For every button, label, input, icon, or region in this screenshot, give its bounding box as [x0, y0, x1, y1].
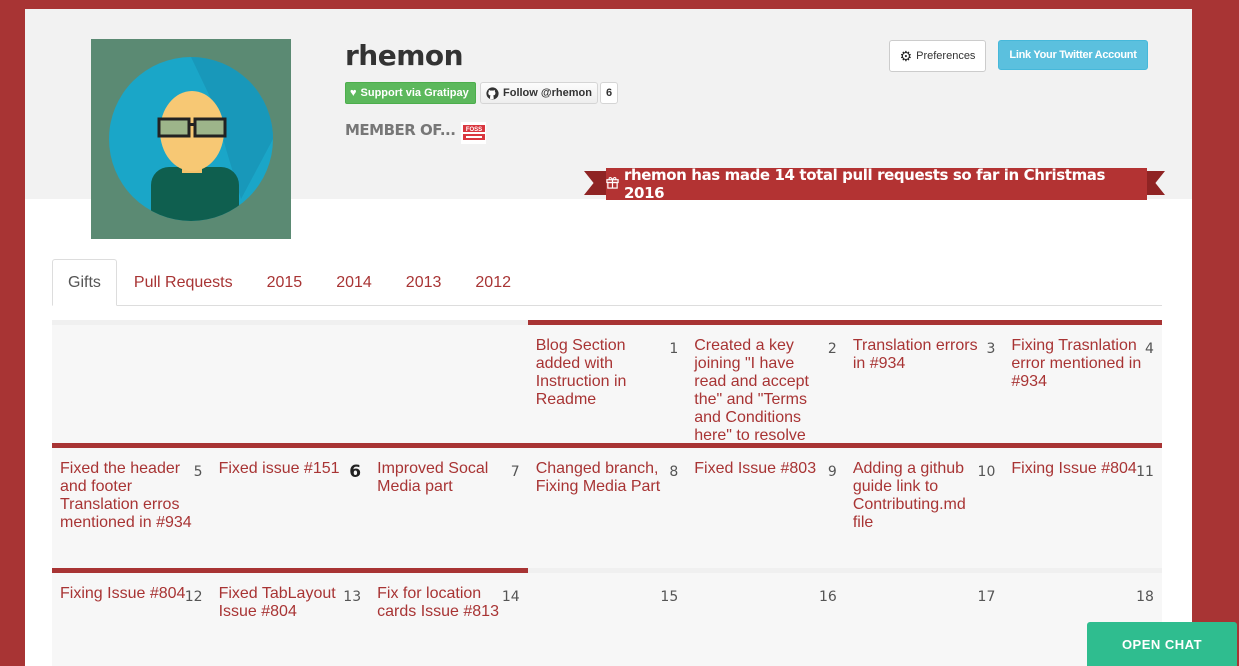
day-number: 1 [669, 341, 679, 357]
day-number: 4 [1145, 341, 1154, 357]
profile-page: rhemon ♥ Support via Gratipay Follow @rh… [25, 9, 1192, 666]
calendar-day: 16 [686, 573, 845, 666]
pull-request-link[interactable]: Changed branch, Fixing Media Part [536, 460, 672, 496]
tab-gifts[interactable]: Gifts [52, 259, 117, 306]
foss-logo-image: FOSS [462, 125, 485, 140]
username: rhemon [345, 39, 464, 72]
follower-count[interactable]: 6 [600, 82, 619, 104]
pull-request-link[interactable]: Fixed the header and footer Translation … [60, 460, 196, 532]
tab-2012[interactable]: 2012 [458, 259, 528, 306]
preferences-label: Preferences [916, 50, 976, 62]
heart-icon: ♥ [350, 87, 357, 99]
calendar-day: Fixing Trasnlation error mentioned in #9… [1003, 320, 1162, 443]
day-number: 13 [343, 589, 362, 605]
calendar-day: Fix for location cards Issue #813 14 [369, 568, 528, 666]
day-number: 12 [184, 589, 203, 605]
gratipay-support-button[interactable]: ♥ Support via Gratipay [345, 82, 476, 104]
day-number: 11 [1136, 464, 1154, 480]
pull-request-link[interactable]: Fix for location cards Issue #813 [377, 585, 513, 621]
gift-calendar: Blog Section added with Instruction in R… [52, 320, 1162, 666]
org-logo-text: FOSS [465, 127, 481, 133]
github-follow-button[interactable]: Follow @rhemon [480, 82, 598, 104]
calendar-day: 15 [527, 573, 687, 666]
day-number: 17 [977, 589, 996, 605]
gift-icon [606, 175, 619, 193]
tab-2015[interactable]: 2015 [250, 259, 320, 306]
day-number: 9 [827, 464, 837, 480]
day-number: 16 [818, 589, 837, 605]
avatar [91, 39, 291, 239]
calendar-day: Translation errors in #934 3 [844, 320, 1004, 443]
day-number: 10 [977, 464, 996, 480]
pull-request-link[interactable]: Translation errors in #934 [853, 337, 989, 373]
calendar-day: Fixing Issue #804 12 [52, 568, 211, 666]
calendar-week: Fixed the header and footer Translation … [52, 443, 1162, 568]
pull-request-link[interactable]: Created a key joining "I have read and a… [694, 337, 830, 445]
day-number: 7 [510, 464, 520, 480]
pull-request-link[interactable]: Adding a github guide link to Contributi… [853, 460, 989, 532]
pull-request-link[interactable]: Fixed issue #151 [219, 460, 355, 478]
avatar-illustration [91, 39, 291, 239]
day-number: 3 [986, 341, 996, 357]
foss-org-logo[interactable]: FOSS [461, 122, 486, 144]
preferences-button[interactable]: ⚙ Preferences [889, 40, 986, 72]
pull-request-banner: rhemon has made 14 total pull requests s… [606, 166, 1147, 202]
github-icon [486, 86, 499, 100]
member-of-label: MEMBER OF... [345, 121, 456, 139]
day-number: 5 [193, 464, 203, 480]
calendar-day: Adding a github guide link to Contributi… [844, 443, 1004, 568]
calendar-week: Blog Section added with Instruction in R… [52, 320, 1162, 445]
calendar-day-empty [369, 325, 528, 443]
day-number: 15 [660, 589, 679, 605]
calendar-day-empty [210, 325, 370, 443]
tab-2013[interactable]: 2013 [389, 259, 459, 306]
calendar-day: Improved Socal Media part 7 [369, 443, 528, 568]
gear-icon: ⚙ [899, 47, 913, 64]
calendar-day-empty [52, 325, 211, 443]
pull-request-link[interactable]: Improved Socal Media part [377, 460, 513, 496]
calendar-day: Created a key joining "I have read and a… [686, 320, 845, 445]
pull-request-link[interactable]: Blog Section added with Instruction in R… [536, 337, 672, 409]
calendar-day: Changed branch, Fixing Media Part 8 [527, 443, 687, 568]
follow-label: Follow @rhemon [503, 87, 592, 99]
pull-request-link[interactable]: Fixing Trasnlation error mentioned in #9… [1011, 337, 1147, 391]
calendar-day: 17 [844, 573, 1004, 666]
calendar-day: Fixed TabLayout Issue #804 13 [210, 568, 370, 666]
day-number: 8 [669, 464, 679, 480]
day-number: 14 [501, 589, 520, 605]
pull-request-link[interactable]: Fixing Issue #804 [1011, 460, 1147, 478]
calendar-day: Fixing Issue #804 11 [1003, 443, 1162, 568]
calendar-week: Fixing Issue #804 12 Fixed TabLayout Iss… [52, 568, 1162, 666]
link-twitter-button[interactable]: Link Your Twitter Account [998, 40, 1148, 70]
tab-2014[interactable]: 2014 [319, 259, 389, 306]
profile-tabs: Gifts Pull Requests 2015 2014 2013 2012 [52, 259, 1162, 306]
pull-request-link[interactable]: Fixed TabLayout Issue #804 [219, 585, 355, 621]
day-number: 2 [827, 341, 837, 357]
pull-request-link[interactable]: Fixed Issue #803 [694, 460, 830, 478]
calendar-day: Fixed the header and footer Translation … [52, 443, 211, 568]
day-number: 18 [1136, 589, 1154, 605]
pull-request-link[interactable]: Fixing Issue #804 [60, 585, 196, 603]
calendar-day: Blog Section added with Instruction in R… [527, 320, 687, 443]
calendar-day: Fixed Issue #803 9 [686, 443, 845, 568]
tab-pull-requests[interactable]: Pull Requests [117, 259, 250, 306]
day-number: 6 [349, 462, 362, 482]
banner-text: rhemon has made 14 total pull requests s… [624, 166, 1106, 202]
gratipay-label: Support via Gratipay [360, 87, 469, 99]
calendar-day-today: Fixed issue #151 6 [210, 443, 370, 568]
open-chat-button[interactable]: OPEN CHAT [1087, 622, 1237, 666]
